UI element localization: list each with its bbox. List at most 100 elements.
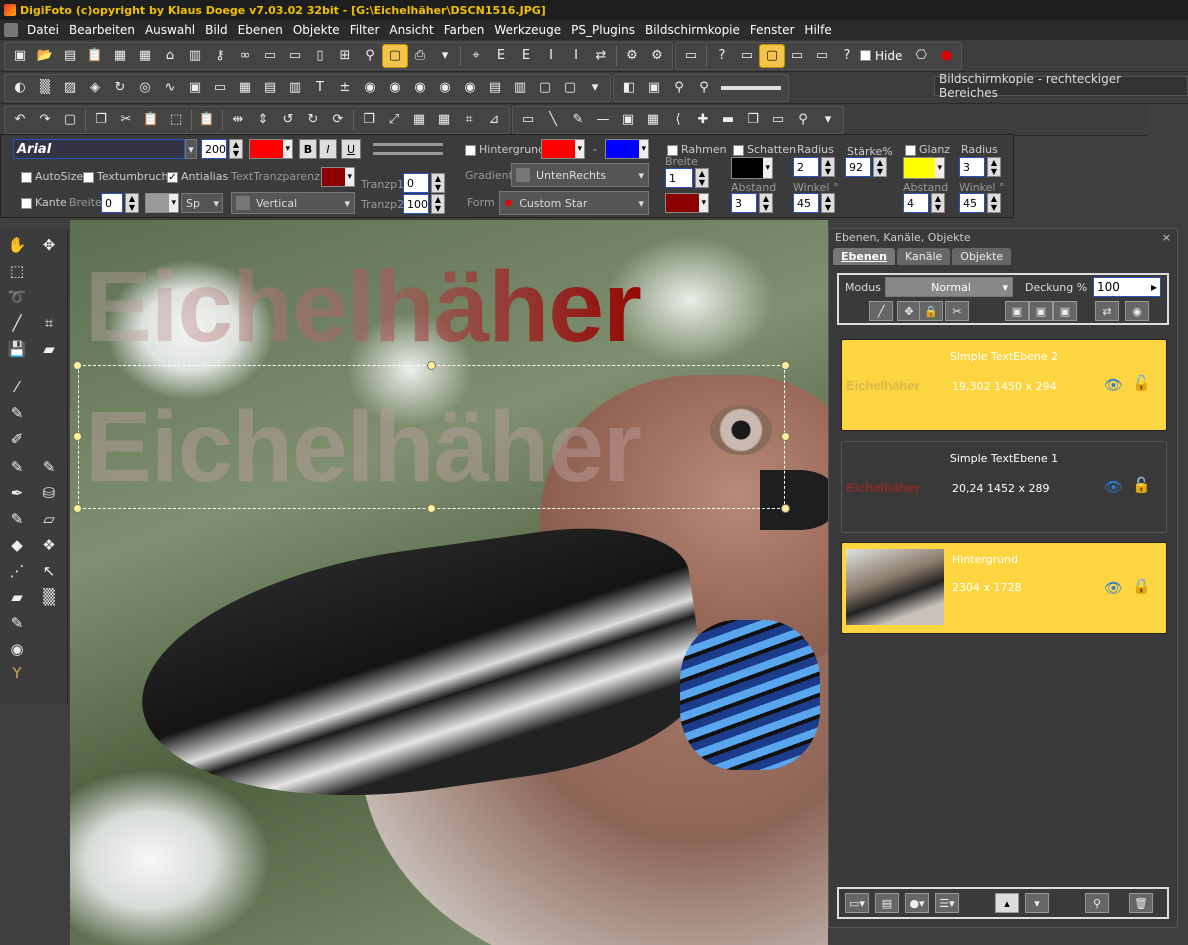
dropper-tool-icon[interactable]: ✎: [6, 508, 28, 530]
tab-ebenen[interactable]: Ebenen: [833, 248, 895, 265]
resize-handle-bottom-right[interactable]: [781, 504, 790, 513]
eraser-tool-icon[interactable]: ▱: [38, 508, 60, 530]
visibility-eye-icon[interactable]: 👁: [1104, 478, 1123, 496]
hg-color2-picker[interactable]: ▾: [605, 139, 649, 159]
paste-special-icon[interactable]: 📋: [139, 109, 163, 131]
layer-effects-button[interactable]: ●▾: [905, 893, 929, 913]
tranzp2-input[interactable]: 100: [403, 194, 429, 214]
menu-fenster[interactable]: Fenster: [745, 23, 800, 37]
resize-handle-top-right[interactable]: [781, 361, 790, 370]
radius-input[interactable]: 2: [793, 157, 819, 177]
grid-icon[interactable]: ▦: [133, 45, 157, 67]
pen-tool-icon[interactable]: ✒: [6, 482, 28, 504]
glanz-checkbox[interactable]: [905, 144, 916, 156]
font-select[interactable]: Arial: [13, 139, 185, 159]
screenshot-rect-icon[interactable]: ▢: [382, 43, 408, 68]
eye-correct-icon[interactable]: ◉: [408, 77, 432, 99]
new-layer-button[interactable]: ▭▾: [845, 893, 869, 913]
folder-open-icon[interactable]: ▭: [766, 109, 790, 131]
help-screen-icon[interactable]: ?: [710, 45, 734, 67]
font-dropdown-icon[interactable]: ▾: [185, 139, 197, 159]
redeye-tool-icon[interactable]: ◉: [6, 638, 28, 660]
clone-tool-icon[interactable]: ✐: [6, 428, 28, 450]
rect-select-icon[interactable]: ▭: [516, 109, 540, 131]
schatten-option[interactable]: Schatten: [733, 143, 796, 156]
unlock-icon[interactable]: 🔓: [1132, 374, 1151, 392]
rahmen-breite-spinner[interactable]: ▲ ▼: [695, 168, 709, 188]
frame-icon[interactable]: ◎: [133, 77, 157, 99]
diagonal-icon[interactable]: ▨: [58, 77, 82, 99]
open-folder-icon[interactable]: 📂: [33, 45, 57, 67]
hg-color1-picker[interactable]: ▾: [541, 139, 585, 159]
autosize-option[interactable]: AutoSize: [21, 170, 83, 183]
camera-icon[interactable]: ⎔: [909, 45, 933, 67]
save-as-icon[interactable]: ▭: [283, 45, 307, 67]
abstand-input[interactable]: 3: [731, 193, 757, 213]
record-icon[interactable]: ●: [934, 45, 958, 67]
gradient-select[interactable]: UntenRechts ▾: [511, 163, 649, 187]
smudge-tool-icon[interactable]: ▰: [6, 586, 28, 608]
glanz-abstand-input[interactable]: 4: [903, 193, 929, 213]
antialias-checkbox[interactable]: [167, 171, 178, 183]
winkel-spinner[interactable]: ▲ ▼: [821, 193, 835, 213]
direction-select[interactable]: Vertical ▾: [231, 192, 355, 214]
sharpen-icon[interactable]: ◈: [83, 77, 107, 99]
layer-swap-icon[interactable]: ⇄: [1095, 301, 1119, 321]
abstand-spinner[interactable]: ▲ ▼: [759, 193, 773, 213]
text-tool-icon[interactable]: Y: [6, 662, 28, 684]
kante-option[interactable]: Kante: [21, 196, 67, 209]
zoom-icon[interactable]: ⚲: [791, 109, 815, 131]
layer-move-icon[interactable]: ✥: [897, 301, 921, 321]
tab-objekte[interactable]: Objekte: [952, 248, 1012, 265]
menu-ps-plugins[interactable]: PS_Plugins: [566, 23, 640, 37]
film-frame-icon[interactable]: ▣: [616, 109, 640, 131]
wave-icon[interactable]: ∿: [158, 77, 182, 99]
iptc-icon[interactable]: I: [539, 45, 563, 67]
panel-close-icon[interactable]: ×: [1162, 231, 1171, 244]
layer-item-text-2[interactable]: Simple TextEbene 2 Eichelhäher 19,302 14…: [841, 339, 1167, 431]
noise-icon[interactable]: ▒: [33, 77, 57, 99]
customize-icon[interactable]: ⚙: [645, 45, 669, 67]
copy-icon[interactable]: ❐: [89, 109, 113, 131]
copy-doc-icon[interactable]: ❐: [741, 109, 765, 131]
breite-spinner[interactable]: ▲ ▼: [125, 193, 139, 213]
resize-handle-left[interactable]: [73, 432, 82, 441]
move-up-button[interactable]: ▴: [995, 893, 1019, 913]
schatten-checkbox[interactable]: [733, 144, 744, 156]
layer-flatten-icon[interactable]: ▣: [1053, 301, 1077, 321]
dropdown-arrow-icon[interactable]: ▾: [583, 77, 607, 99]
zoom-window-icon[interactable]: ▣: [642, 77, 666, 99]
mosaic-icon[interactable]: ▦: [233, 77, 257, 99]
lasso-tool-icon[interactable]: ➰: [6, 286, 28, 308]
winkel-input[interactable]: 45: [793, 193, 819, 213]
staerke-spinner[interactable]: ▲ ▼: [873, 157, 887, 177]
color-picker-icon[interactable]: ⚲: [692, 77, 716, 99]
blur-tool-icon[interactable]: ✎: [38, 456, 60, 478]
antialias-option[interactable]: Antialias: [167, 170, 228, 183]
tab-kanaele[interactable]: Kanäle: [896, 248, 951, 265]
crop-tool-icon[interactable]: ⌗: [38, 312, 60, 334]
glanz-radius-spinner[interactable]: ▲ ▼: [987, 157, 1001, 177]
sp-select[interactable]: Sp ▾: [181, 193, 223, 213]
staerke-input[interactable]: 92: [845, 157, 871, 177]
desktop-capture-icon[interactable]: ▭: [785, 45, 809, 67]
selection-box[interactable]: [78, 365, 785, 509]
help-window-icon[interactable]: ?: [835, 45, 859, 67]
crop-icon[interactable]: ⌗: [457, 109, 481, 131]
spray-tool-icon[interactable]: ⋰: [6, 560, 28, 582]
bracket-icon[interactable]: ⟨: [666, 109, 690, 131]
flip-vertical-icon[interactable]: ⇕: [251, 109, 275, 131]
fill-tool-icon[interactable]: ◆: [6, 534, 28, 556]
eye-star-icon[interactable]: ◉: [433, 77, 457, 99]
layer-lock-icon[interactable]: 🔒: [919, 301, 943, 321]
calendar-icon[interactable]: ▤: [258, 77, 282, 99]
layer-item-background[interactable]: Hintergrund 2304 x 1728 👁 🔒: [841, 542, 1167, 634]
text-layer-2[interactable]: Eichelhäher: [85, 250, 642, 365]
iptc-edit-icon[interactable]: I: [564, 45, 588, 67]
deckung-input[interactable]: 100 ▸: [1093, 277, 1161, 297]
exif-edit-icon[interactable]: E: [514, 45, 538, 67]
modus-select[interactable]: Normal ▾: [885, 277, 1013, 297]
menu-bearbeiten[interactable]: Bearbeiten: [64, 23, 140, 37]
brush-size-icon[interactable]: ▦: [432, 109, 456, 131]
rotate-free-icon[interactable]: ⟳: [326, 109, 350, 131]
